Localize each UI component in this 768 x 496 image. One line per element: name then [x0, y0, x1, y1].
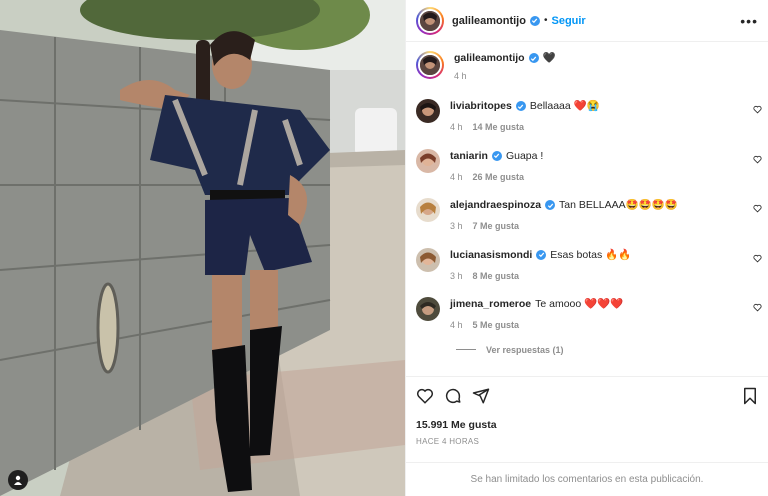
commenter-avatar[interactable] — [416, 198, 440, 222]
save-button[interactable] — [742, 387, 758, 405]
author-avatar[interactable] — [416, 6, 444, 35]
post-header: galileamontijo • Seguir ••• — [406, 0, 768, 42]
caption-avatar[interactable] — [416, 51, 444, 79]
comments-list[interactable]: galileamontijo 🖤 4 h liviabritopes Bella… — [406, 43, 768, 375]
comment-likes[interactable]: 8 Me gusta — [473, 271, 520, 281]
view-replies-button[interactable]: Ver respuestas (1) — [406, 345, 768, 355]
comment-text: Tan BELLAAA🤩🤩🤩🤩 — [559, 199, 678, 211]
like-button[interactable] — [416, 387, 434, 405]
comment-text: Te amooo ❤️❤️❤️ — [535, 298, 624, 310]
post-image — [0, 0, 405, 496]
share-icon — [472, 388, 490, 404]
comment-item: alejandraespinoza Tan BELLAAA🤩🤩🤩🤩 3 h 7 … — [406, 192, 768, 242]
post-photo[interactable] — [0, 0, 405, 496]
verified-badge-icon — [515, 101, 526, 111]
comment-likes[interactable]: 7 Me gusta — [473, 221, 520, 231]
verified-badge-icon — [545, 200, 556, 210]
comment-heart-icon[interactable] — [753, 303, 762, 312]
comment-text: Esas botas 🔥🔥 — [550, 248, 632, 261]
verified-badge-icon — [529, 15, 540, 26]
comment-likes[interactable]: 5 Me gusta — [473, 320, 520, 330]
comment-icon — [445, 388, 461, 404]
bookmark-icon — [744, 387, 756, 405]
comment-time: 4 h — [450, 171, 463, 182]
comment-time: 4 h — [450, 320, 463, 330]
comment-username[interactable]: liviabritopes — [450, 99, 512, 113]
comment-heart-icon[interactable] — [753, 105, 762, 114]
comment-username[interactable]: alejandraespinoza — [450, 198, 541, 212]
comment-item: liviabritopes Bellaaaa ❤️😭 4 h 14 Me gus… — [406, 93, 768, 143]
comment-heart-icon[interactable] — [753, 204, 762, 213]
user-tag-button[interactable] — [8, 470, 28, 490]
comment-likes[interactable]: 14 Me gusta — [473, 122, 525, 132]
share-button[interactable] — [472, 387, 490, 405]
commenter-avatar[interactable] — [416, 247, 440, 272]
view-replies-label: Ver respuestas (1) — [486, 344, 564, 355]
more-options-icon[interactable]: ••• — [740, 13, 758, 29]
comment-username[interactable]: taniarin — [450, 149, 488, 163]
separator-dot: • — [543, 15, 548, 26]
comment-likes[interactable]: 26 Me gusta — [473, 172, 525, 182]
heart-icon — [416, 388, 434, 404]
verified-badge-icon — [491, 150, 502, 161]
post-actions: 15.991 Me gusta HACE 4 HORAS — [406, 376, 768, 446]
comment-heart-icon[interactable] — [753, 155, 762, 164]
comment-text: Bellaaaa ❤️😭 — [529, 100, 600, 112]
caption-text: 🖤 — [542, 52, 556, 64]
follow-button[interactable]: Seguir — [551, 15, 585, 27]
verified-badge-icon — [536, 249, 547, 260]
comment-username[interactable]: jimena_romeroe — [450, 297, 531, 311]
comment-time: 4 h — [450, 122, 463, 132]
comment-time: 3 h — [450, 221, 463, 231]
commenter-avatar[interactable] — [416, 297, 440, 321]
comment-text: Guapa ! — [505, 149, 544, 162]
comments-limited-notice: Se han limitado los comentarios en esta … — [406, 462, 768, 496]
comment-button[interactable] — [444, 387, 462, 405]
author-username[interactable]: galileamontijo — [452, 15, 526, 27]
likes-count[interactable]: 15.991 Me gusta — [416, 419, 758, 431]
comment-item: taniarin Guapa ! 4 h 26 Me gusta — [406, 143, 768, 193]
commenter-avatar[interactable] — [416, 148, 440, 173]
user-tag-icon — [14, 475, 22, 485]
post-timestamp: HACE 4 HORAS — [416, 437, 480, 446]
post-caption: galileamontijo 🖤 4 h — [406, 43, 768, 93]
replies-divider — [456, 349, 476, 350]
comment-item: lucianasismondi Esas botas 🔥🔥 3 h 8 Me g… — [406, 242, 768, 292]
commenter-avatar[interactable] — [416, 99, 440, 123]
comment-username[interactable]: lucianasismondi — [450, 248, 532, 262]
caption-username[interactable]: galileamontijo — [454, 51, 525, 65]
verified-badge-icon — [528, 53, 539, 63]
comment-heart-icon[interactable] — [753, 254, 762, 263]
caption-time: 4 h — [454, 71, 467, 81]
post-sidebar: galileamontijo • Seguir ••• galileamonti… — [405, 0, 768, 496]
comment-time: 3 h — [450, 270, 463, 281]
comment-item: jimena_romeroe Te amooo ❤️❤️❤️ 4 h 5 Me … — [406, 291, 768, 341]
